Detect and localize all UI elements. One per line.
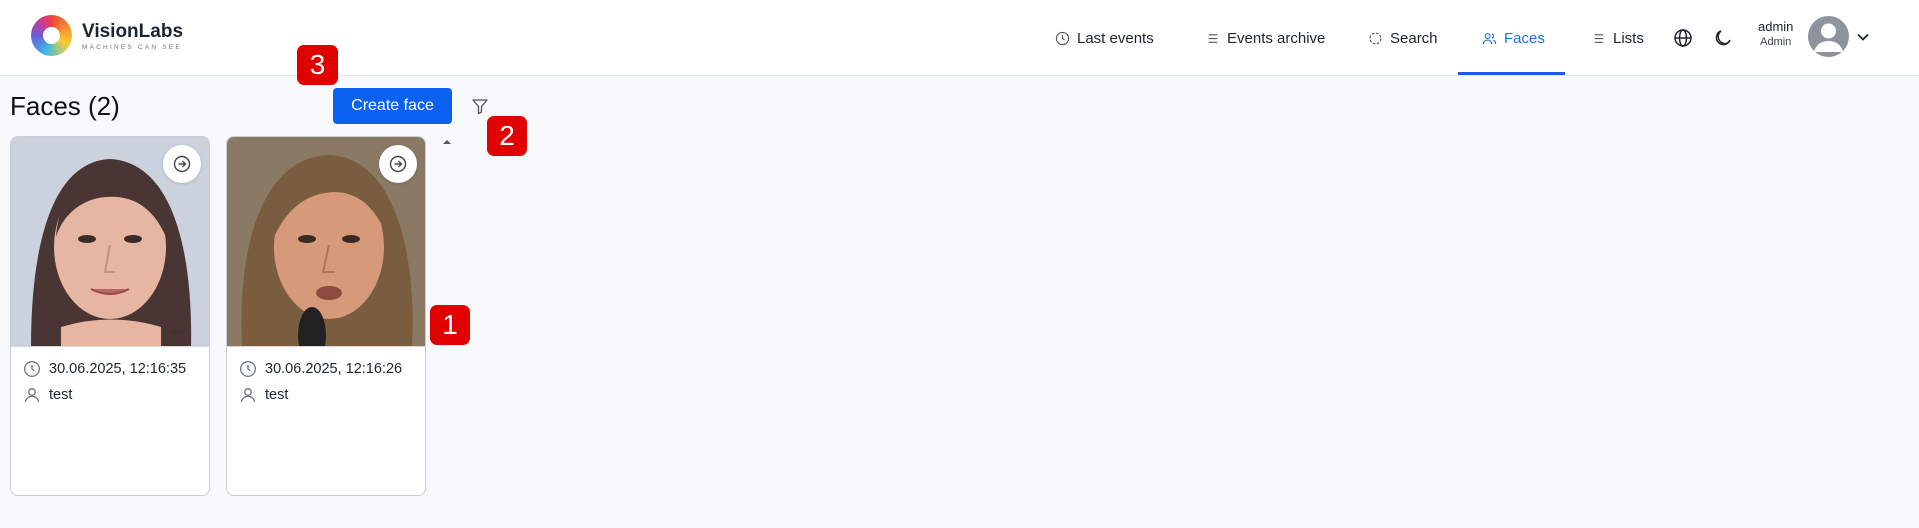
user-icon <box>24 388 40 403</box>
arrow-right-circle-icon <box>173 155 191 173</box>
nav-item-search[interactable]: Search <box>1368 0 1438 76</box>
face-photo[interactable] <box>227 137 425 347</box>
nav-label-search: Search <box>1390 29 1438 47</box>
nav-label-last-events: Last events <box>1077 29 1154 47</box>
face-card[interactable]: 30.06.2025, 12:16:26 test <box>226 136 426 496</box>
avatar[interactable] <box>1808 16 1849 57</box>
card-timestamp: 30.06.2025, 12:16:26 <box>265 361 403 377</box>
nav-label-events-archive: Events archive <box>1227 29 1326 47</box>
user-icon <box>240 388 256 403</box>
moon-icon <box>1715 30 1731 46</box>
logo-title: VisionLabs <box>82 20 184 42</box>
face-photo[interactable]: faces <box>11 137 209 347</box>
user-role: Admin <box>1760 36 1792 48</box>
clock-icon <box>24 361 40 377</box>
card-name: test <box>49 387 73 403</box>
card-name-row: test <box>227 383 425 407</box>
users-icon <box>1482 32 1497 44</box>
theme-toggle-button[interactable] <box>1708 23 1738 53</box>
card-timestamp-row: 30.06.2025, 12:16:35 <box>11 357 209 381</box>
logo-text: VisionLabs MACHINES CAN SEE <box>82 21 183 51</box>
face-card[interactable]: faces 30.06.2025, 12:16:35 test <box>10 136 210 496</box>
search-target-icon <box>1369 31 1382 45</box>
nav-item-faces[interactable]: Faces <box>1482 0 1545 76</box>
logo-subtitle: MACHINES CAN SEE <box>82 43 182 51</box>
annotation-badge-3: 3 <box>297 45 338 85</box>
language-button[interactable] <box>1668 23 1698 53</box>
active-tab-indicator <box>1458 72 1565 75</box>
page-title: Faces (2) <box>10 91 120 121</box>
card-timestamp-row: 30.06.2025, 12:16:26 <box>227 357 425 381</box>
visionlabs-logo[interactable]: VisionLabs MACHINES CAN SEE <box>31 15 183 56</box>
chevron-down-icon[interactable] <box>1853 27 1873 47</box>
user-name: admin <box>1758 19 1794 34</box>
top-header: VisionLabs MACHINES CAN SEE Last events … <box>0 0 1919 76</box>
list-icon <box>1594 33 1604 43</box>
logo-icon <box>31 15 72 56</box>
open-face-button[interactable] <box>379 145 417 183</box>
sort-up-icon[interactable] <box>441 137 453 147</box>
card-name: test <box>265 387 289 403</box>
nav-item-events-archive[interactable]: Events archive <box>1205 0 1325 76</box>
open-face-button[interactable] <box>163 145 201 183</box>
nav-label-lists: Lists <box>1613 29 1644 47</box>
annotation-badge-2: 2 <box>487 116 527 156</box>
nav-item-last-events[interactable]: Last events <box>1055 0 1154 76</box>
clock-icon <box>1055 31 1070 45</box>
user-info[interactable]: admin Admin <box>1758 18 1793 50</box>
user-avatar-icon <box>1814 23 1843 52</box>
annotation-badge-1: 1 <box>430 305 470 345</box>
create-face-button[interactable]: Create face <box>333 88 452 124</box>
globe-icon <box>1674 29 1692 47</box>
svg-text:faces: faces <box>171 329 185 335</box>
nav-label-faces: Faces <box>1504 29 1545 47</box>
filter-icon[interactable] <box>469 95 491 117</box>
nav-item-lists[interactable]: Lists <box>1591 0 1644 76</box>
card-name-row: test <box>11 383 209 407</box>
arrow-right-circle-icon <box>389 155 407 173</box>
clock-icon <box>240 361 256 377</box>
card-timestamp: 30.06.2025, 12:16:35 <box>49 361 187 377</box>
list-icon <box>1208 33 1218 43</box>
